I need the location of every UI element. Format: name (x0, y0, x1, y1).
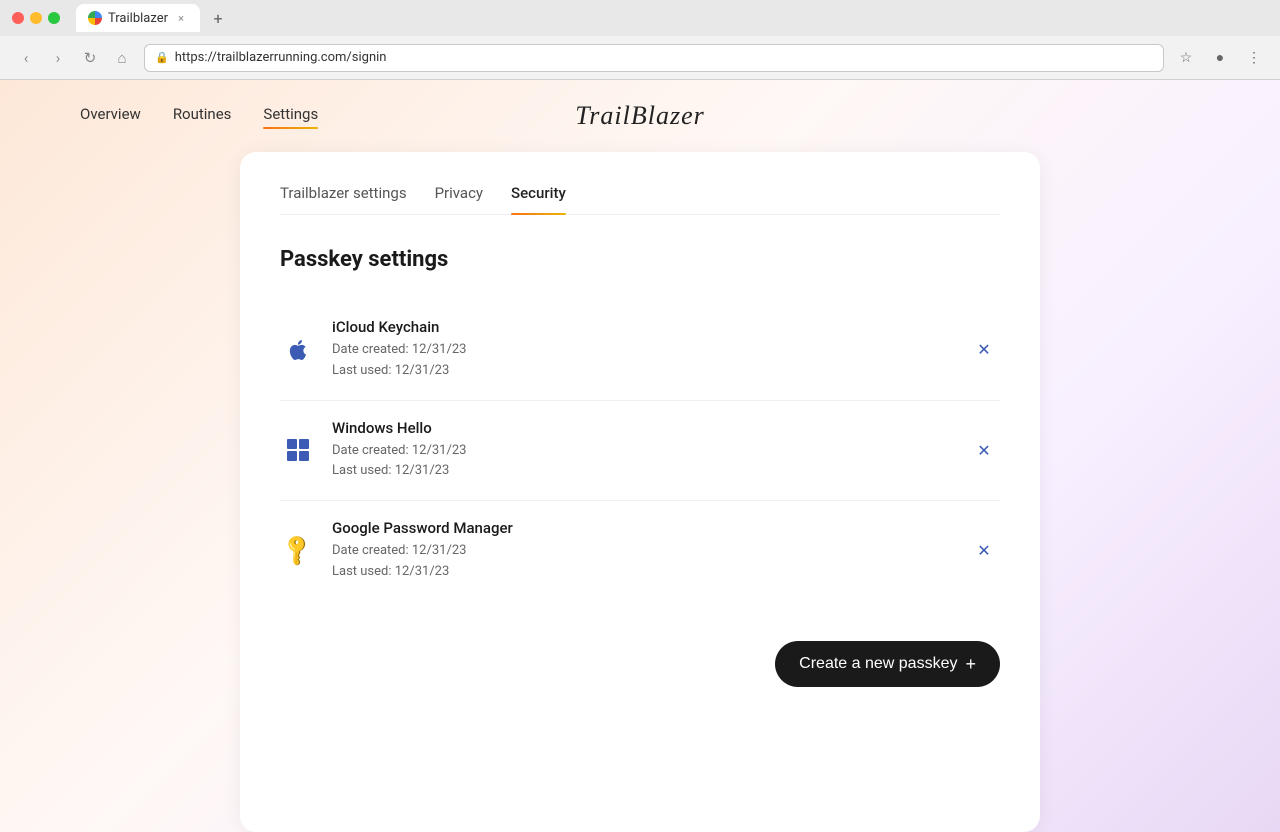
lock-icon: 🔒 (155, 51, 169, 64)
windows-date-created: Date created: 12/31/23 (332, 441, 952, 462)
bookmark-button[interactable]: ☆ (1172, 44, 1200, 72)
refresh-button[interactable]: ↻ (76, 44, 104, 72)
passkey-item-windows: Windows Hello Date created: 12/31/23 Las… (280, 401, 1000, 502)
nav-links: Overview Routines Settings (80, 105, 318, 127)
browser-frame: Trailblazer × + ‹ › ↻ ⌂ 🔒 https://trailb… (0, 0, 1280, 832)
tab-favicon (88, 11, 102, 25)
icloud-icon (280, 332, 316, 368)
site-logo: TrailBlazer (575, 101, 704, 131)
create-passkey-label: Create a new passkey (799, 655, 957, 673)
traffic-lights (12, 12, 60, 24)
windows-meta: Date created: 12/31/23 Last used: 12/31/… (332, 441, 952, 483)
google-last-used: Last used: 12/31/23 (332, 562, 952, 583)
tab-bar: Trailblazer × + (76, 4, 232, 32)
passkey-item-google: 🔑 Google Password Manager Date created: … (280, 501, 1000, 601)
google-meta: Date created: 12/31/23 Last used: 12/31/… (332, 541, 952, 583)
google-key-icon: 🔑 (280, 533, 316, 569)
page-content: Overview Routines Settings TrailBlazer T… (0, 80, 1280, 832)
tab-title: Trailblazer (108, 11, 168, 26)
navigation-buttons: ‹ › ↻ ⌂ (12, 44, 136, 72)
google-info: Google Password Manager Date created: 12… (332, 519, 952, 583)
browser-toolbar: ‹ › ↻ ⌂ 🔒 https://trailblazerrunning.com… (0, 36, 1280, 80)
forward-button[interactable]: › (44, 44, 72, 72)
windows-icon (280, 432, 316, 468)
close-window-button[interactable] (12, 12, 24, 24)
icloud-name: iCloud Keychain (332, 318, 952, 336)
maximize-window-button[interactable] (48, 12, 60, 24)
browser-tab[interactable]: Trailblazer × (76, 4, 200, 32)
tab-security[interactable]: Security (511, 184, 566, 214)
passkey-list: iCloud Keychain Date created: 12/31/23 L… (280, 300, 1000, 601)
address-bar[interactable]: 🔒 https://trailblazerrunning.com/signin (144, 44, 1164, 72)
settings-tabs: Trailblazer settings Privacy Security (280, 184, 1000, 215)
passkey-item-icloud: iCloud Keychain Date created: 12/31/23 L… (280, 300, 1000, 401)
tab-privacy[interactable]: Privacy (435, 184, 483, 214)
home-button[interactable]: ⌂ (108, 44, 136, 72)
section-title: Passkey settings (280, 247, 1000, 272)
profile-button[interactable]: ● (1206, 44, 1234, 72)
url-text: https://trailblazerrunning.com/signin (175, 50, 387, 65)
create-passkey-plus-icon: + (965, 655, 976, 673)
toolbar-actions: ☆ ● ⋮ (1172, 44, 1268, 72)
new-tab-button[interactable]: + (204, 4, 232, 32)
icloud-info: iCloud Keychain Date created: 12/31/23 L… (332, 318, 952, 382)
icloud-meta: Date created: 12/31/23 Last used: 12/31/… (332, 340, 952, 382)
delete-windows-button[interactable]: ✕ (968, 434, 1000, 466)
nav-settings[interactable]: Settings (263, 105, 318, 127)
settings-card: Trailblazer settings Privacy Security Pa… (240, 152, 1040, 832)
create-passkey-button[interactable]: Create a new passkey + (775, 641, 1000, 687)
create-btn-wrapper: Create a new passkey + (280, 641, 1000, 687)
minimize-window-button[interactable] (30, 12, 42, 24)
windows-name: Windows Hello (332, 419, 952, 437)
site-nav: Overview Routines Settings TrailBlazer (0, 80, 1280, 152)
delete-icloud-button[interactable]: ✕ (968, 334, 1000, 366)
google-date-created: Date created: 12/31/23 (332, 541, 952, 562)
windows-last-used: Last used: 12/31/23 (332, 461, 952, 482)
google-name: Google Password Manager (332, 519, 952, 537)
tab-trailblazer-settings[interactable]: Trailblazer settings (280, 184, 407, 214)
icloud-date-created: Date created: 12/31/23 (332, 340, 952, 361)
back-button[interactable]: ‹ (12, 44, 40, 72)
delete-google-button[interactable]: ✕ (968, 535, 1000, 567)
menu-button[interactable]: ⋮ (1240, 44, 1268, 72)
icloud-last-used: Last used: 12/31/23 (332, 361, 952, 382)
close-tab-button[interactable]: × (174, 11, 188, 25)
main-content: Trailblazer settings Privacy Security Pa… (0, 152, 1280, 832)
title-bar: Trailblazer × + (0, 0, 1280, 36)
windows-info: Windows Hello Date created: 12/31/23 Las… (332, 419, 952, 483)
nav-routines[interactable]: Routines (173, 105, 232, 127)
nav-overview[interactable]: Overview (80, 105, 141, 127)
